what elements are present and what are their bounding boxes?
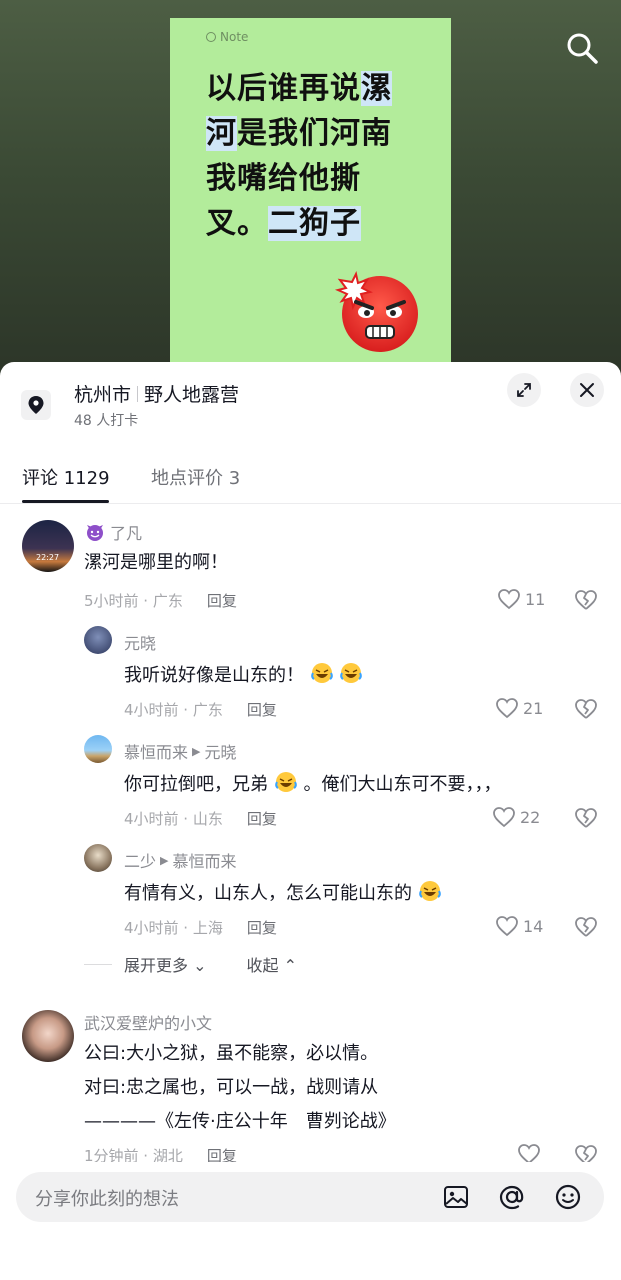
broken-heart-icon[interactable] [573, 588, 599, 612]
search-icon[interactable] [562, 28, 602, 68]
rofl-emoji-icon [274, 772, 297, 792]
comment-username[interactable]: 武汉爱壁炉的小文 [84, 1010, 212, 1034]
rofl-emoji-icon [340, 663, 363, 683]
broken-heart-icon[interactable] [573, 915, 599, 939]
collapse-button[interactable]: 收起 ⌃ [247, 952, 298, 976]
reply-button[interactable]: 回复 [207, 590, 237, 611]
expand-button[interactable] [507, 373, 541, 407]
avatar[interactable]: 22:27 [22, 520, 74, 572]
reply-arrow-icon: ▶ [160, 853, 169, 867]
comment-username[interactable]: 元晓 [124, 630, 156, 654]
comment-text: 有情有义，山东人，怎么可能山东的 [124, 879, 442, 907]
note-text: 以后谁再说漯河是我们河南我嘴给他撕叉。二狗子 [206, 71, 392, 241]
like-button[interactable]: 11 [497, 588, 545, 610]
avatar[interactable] [84, 735, 112, 763]
expand-more-button[interactable]: 展开更多 ⌄ [124, 952, 207, 976]
broken-heart-icon[interactable] [573, 1143, 599, 1162]
reply-arrow-icon: ▶ [192, 744, 201, 758]
comment-text-line: 对曰:忠之属也，可以一战，战则请从 [84, 1077, 379, 1098]
thread-controls: 展开更多 ⌄ 收起 ⌃ [84, 952, 584, 976]
comment-meta: 4小时前 · 广东 回复 [124, 699, 277, 720]
like-button[interactable]: 14 [495, 915, 543, 937]
comment-text-line: ————《左传·庄公十年 曹刿论战》 [84, 1111, 396, 1132]
expand-icon [517, 383, 531, 397]
comment-meta: 4小时前 · 上海 回复 [124, 917, 277, 938]
note-card: Note 以后谁再说漯河是我们河南我嘴给他撕叉。二狗子 [170, 18, 451, 370]
like-button[interactable]: 21 [495, 697, 543, 719]
rofl-emoji-icon [418, 881, 441, 901]
tab-bar: 评论 1129 地点评价 3 [0, 452, 621, 504]
comment-list[interactable]: 22:27 了凡 漯河是哪里的啊！ 5小时前 · 广东 回复 11 元晓 我听说… [0, 504, 621, 1162]
comment-text: 漯河是哪里的啊！ [84, 552, 228, 573]
location-header[interactable]: 杭州市 野人地露营 48 人打卡 [0, 362, 621, 442]
comment-sheet: 杭州市 野人地露营 48 人打卡 评论 1129 地点评价 3 22:27 了凡… [0, 362, 621, 1280]
thread-divider [84, 963, 112, 965]
title-divider [137, 385, 139, 402]
tab-comments[interactable]: 评论 1129 [22, 464, 110, 490]
reply-button[interactable]: 回复 [247, 808, 277, 829]
emoji-icon[interactable] [554, 1183, 582, 1211]
avatar[interactable] [84, 844, 112, 872]
mention-icon[interactable] [498, 1183, 526, 1211]
chevron-up-icon: ⌃ [283, 956, 298, 975]
location-pin-icon [21, 390, 51, 420]
comment-text: 你可拉倒吧，兄弟 。俺们大山东可不要，，， [124, 770, 501, 798]
location-title[interactable]: 杭州市 野人地露营 [74, 380, 239, 407]
tab-place-reviews[interactable]: 地点评价 3 [151, 464, 240, 490]
like-button[interactable] [517, 1143, 541, 1162]
like-button[interactable]: 22 [492, 806, 540, 828]
comment-input-placeholder: 分享你此刻的想法 [35, 1189, 179, 1210]
image-icon[interactable] [442, 1183, 470, 1211]
comment-text-line: 公曰:大小之狱，虽不能察，必以情。 [84, 1043, 379, 1064]
comment-username[interactable]: 了凡 [84, 520, 142, 544]
broken-heart-icon[interactable] [573, 806, 599, 830]
reply-button[interactable]: 回复 [247, 917, 277, 938]
heart-icon [496, 916, 518, 937]
devil-emoji-icon [87, 525, 103, 541]
note-ring-icon [206, 32, 216, 42]
video-background[interactable]: Note 以后谁再说漯河是我们河南我嘴给他撕叉。二狗子 [0, 0, 621, 380]
comment-meta: 5小时前 · 广东 回复 [84, 590, 237, 611]
comment-meta: 4小时前 · 山东 回复 [124, 808, 277, 829]
reply-button[interactable]: 回复 [207, 1145, 237, 1162]
heart-icon [498, 589, 520, 610]
close-icon [580, 383, 594, 397]
tab-indicator [22, 500, 109, 503]
broken-heart-icon[interactable] [573, 697, 599, 721]
angry-face-icon [334, 271, 418, 352]
checkin-count: 48 人打卡 [74, 413, 139, 429]
avatar[interactable] [22, 1010, 74, 1062]
avatar[interactable] [84, 626, 112, 654]
chevron-down-icon: ⌄ [193, 956, 207, 975]
note-tag: Note [206, 30, 248, 44]
reply-button[interactable]: 回复 [247, 699, 277, 720]
heart-icon [493, 807, 515, 828]
comment-meta: 1分钟前 · 湖北 回复 [84, 1145, 237, 1162]
comment-username[interactable]: 二少 ▶ 慕恒而来 [124, 848, 237, 872]
rofl-emoji-icon [310, 663, 333, 683]
comment-username[interactable]: 慕恒而来 ▶ 元晓 [124, 739, 237, 763]
comment-input[interactable]: 分享你此刻的想法 [16, 1172, 604, 1222]
heart-icon [496, 698, 518, 719]
close-button[interactable] [570, 373, 604, 407]
heart-icon [518, 1144, 540, 1162]
comment-text: 我听说好像是山东的！ [124, 661, 363, 689]
